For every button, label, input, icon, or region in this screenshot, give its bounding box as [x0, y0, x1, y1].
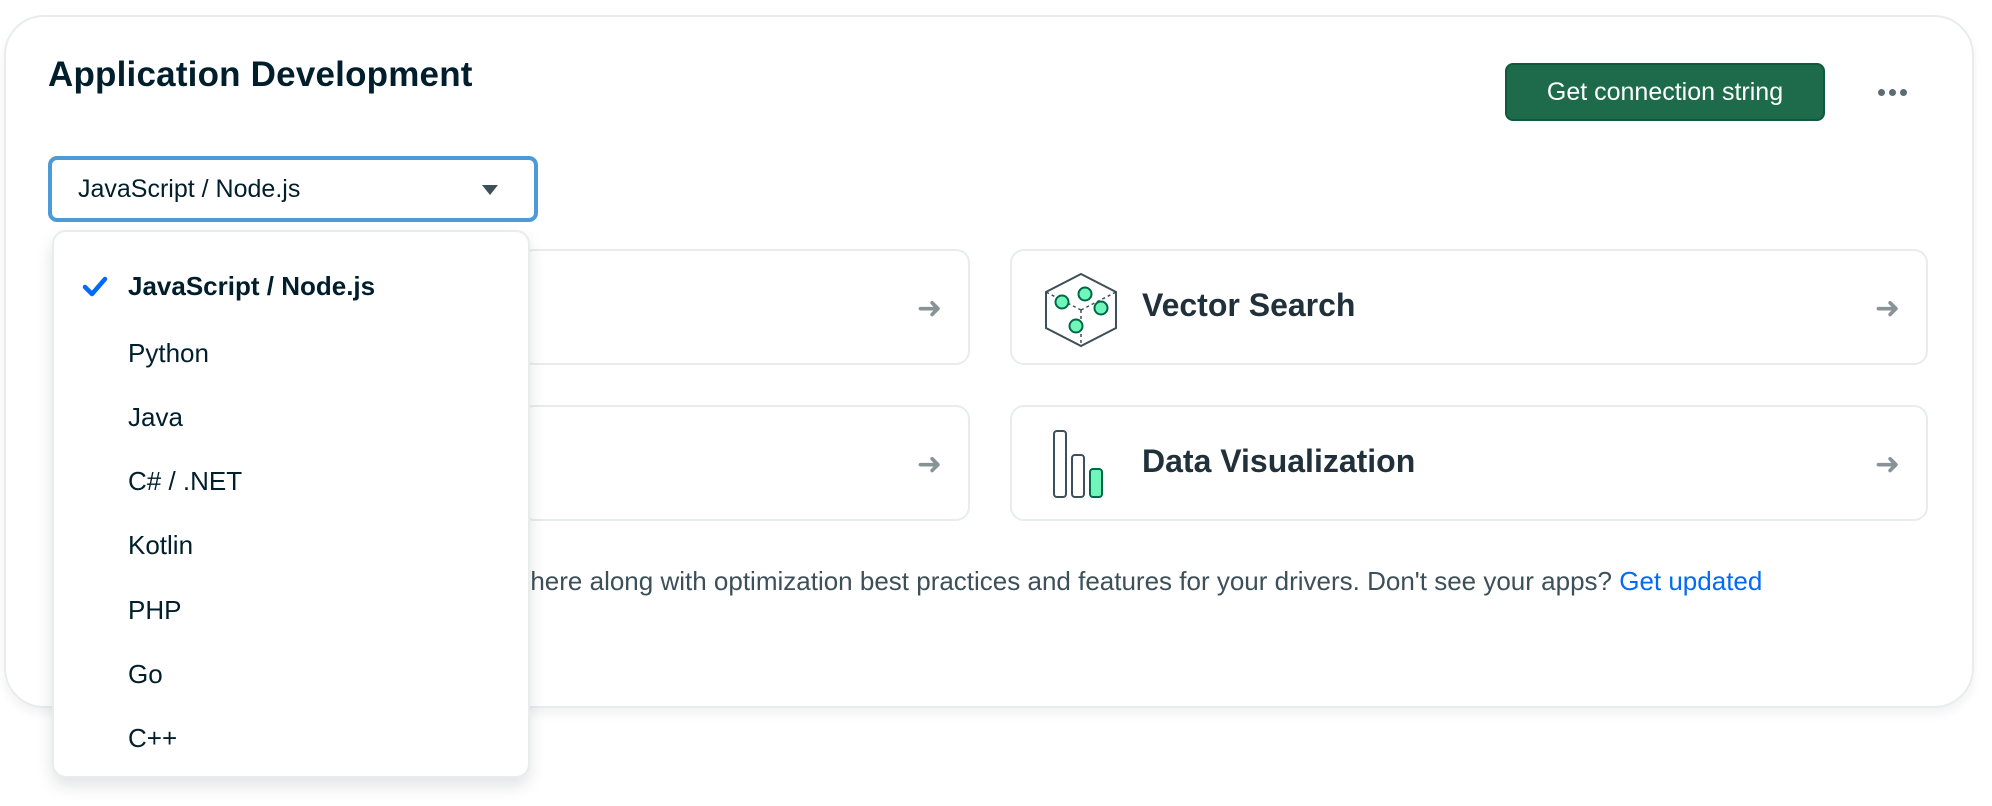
arrow-right-icon: ➜: [916, 447, 942, 482]
info-body: ar here along with optimization best pra…: [500, 566, 1620, 596]
vector-search-icon: [1040, 270, 1122, 355]
dot: [1877, 88, 1885, 96]
info-text: ar here along with optimization best pra…: [500, 566, 1762, 597]
language-dropdown-menu: JavaScript / Node.js Python Java C# / .N…: [52, 230, 530, 778]
menu-item-python[interactable]: Python: [54, 323, 528, 383]
language-select[interactable]: JavaScript / Node.js: [48, 156, 538, 222]
menu-item-label: C++: [128, 722, 178, 753]
tile-vector-search[interactable]: Vector Search ➜: [1010, 249, 1928, 365]
arrow-right-icon: ➜: [1874, 447, 1900, 482]
tile-label: Vector Search: [1142, 287, 1356, 323]
arrow-right-icon: ➜: [916, 291, 942, 326]
menu-item-label: C# / .NET: [128, 465, 243, 496]
menu-item-kotlin[interactable]: Kotlin: [54, 515, 528, 575]
menu-item-cpp[interactable]: C++: [54, 708, 528, 768]
page-title: Application Development: [48, 55, 473, 94]
get-updated-link[interactable]: Get updated: [1619, 566, 1762, 596]
menu-item-label: Java: [128, 401, 183, 432]
menu-item-csharp[interactable]: C# / .NET: [54, 451, 528, 511]
menu-item-label: JavaScript / Node.js: [128, 270, 376, 301]
menu-item-php[interactable]: PHP: [54, 580, 528, 640]
menu-item-go[interactable]: Go: [54, 644, 528, 704]
get-connection-string-button[interactable]: Get connection string: [1505, 63, 1825, 121]
arrow-right-icon: ➜: [1874, 291, 1900, 326]
language-select-value: JavaScript / Node.js: [78, 174, 301, 203]
tile-top-left[interactable]: ➜: [520, 249, 970, 365]
dot: [1888, 88, 1896, 96]
menu-item-label: PHP: [128, 594, 182, 625]
tile-label: Data Visualization: [1142, 443, 1416, 479]
menu-item-label: Go: [128, 658, 163, 689]
tile-bottom-left[interactable]: ➜: [520, 405, 970, 521]
more-options-icon[interactable]: [1870, 72, 1914, 112]
menu-item-label: Kotlin: [128, 529, 194, 560]
menu-item-label: Python: [128, 337, 209, 368]
bar-chart-icon: [1040, 427, 1114, 506]
menu-item-javascript[interactable]: JavaScript / Node.js: [54, 256, 528, 316]
dot: [1899, 88, 1907, 96]
tile-data-visualization[interactable]: Data Visualization ➜: [1010, 405, 1928, 521]
menu-item-java[interactable]: Java: [54, 387, 528, 447]
check-icon: [82, 274, 108, 305]
caret-down-icon: [482, 185, 498, 195]
